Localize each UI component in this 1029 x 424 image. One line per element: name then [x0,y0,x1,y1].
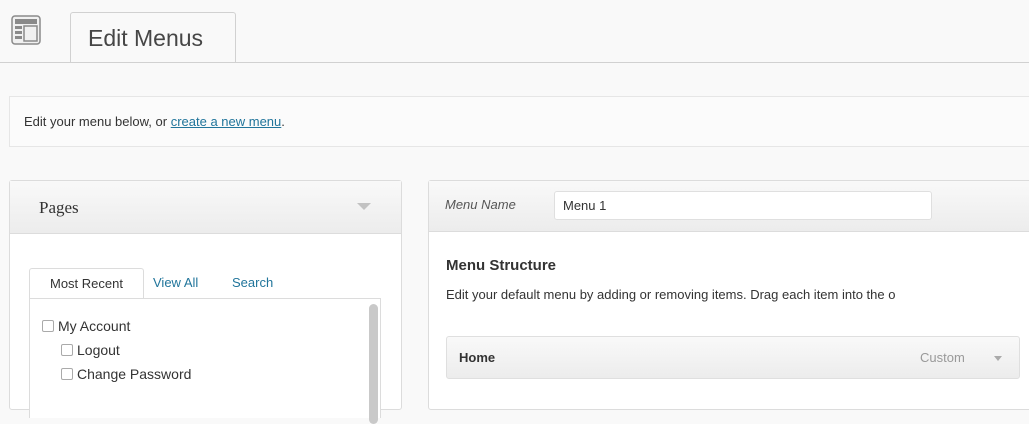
pages-metabox-header[interactable]: Pages [10,181,401,234]
menu-item-type: Custom [920,350,965,365]
menu-header: Menu Name [429,181,1029,232]
tab-most-recent[interactable]: Most Recent [29,268,144,298]
menu-notice: Edit your menu below, or create a new me… [9,96,1029,147]
menu-name-label: Menu Name [445,197,516,212]
pages-tab-panel: My Account Logout Change Password [29,298,381,424]
menu-item-expand-icon[interactable] [994,356,1002,361]
menu-name-input[interactable] [554,191,932,220]
menu-item-home[interactable]: Home Custom [446,336,1020,379]
pages-metabox: Pages Most Recent View All Search My Acc… [9,180,402,424]
page-item-label: Logout [77,342,120,358]
page-item-logout[interactable]: Logout [61,342,120,358]
menus-screen-icon [11,15,41,45]
pages-metabox-title: Pages [39,198,79,217]
page-checkbox[interactable] [61,368,73,380]
page-checkbox[interactable] [61,344,73,356]
menu-structure-description: Edit your default menu by adding or remo… [446,287,896,302]
tab-search[interactable]: Search [232,268,273,298]
create-new-menu-link[interactable]: create a new menu [171,114,282,129]
menu-management-box: Menu Name Menu Structure Edit your defau… [428,180,1029,410]
page-item-change-password[interactable]: Change Password [61,366,191,382]
pages-scrollbar[interactable] [369,304,378,424]
notice-text: Edit your menu below, or [24,114,171,129]
notice-suffix: . [281,114,285,129]
page-item-label: Change Password [77,366,192,382]
menu-structure-title: Menu Structure [446,257,557,274]
tab-view-all[interactable]: View All [153,268,198,298]
collapse-toggle-icon[interactable] [357,203,371,210]
page-title-tab: Edit Menus [70,12,236,63]
page-title: Edit Menus [88,25,204,51]
page-item-label: My Account [58,318,131,334]
header-divider [0,62,1029,63]
page-item-my-account[interactable]: My Account [42,318,130,334]
menu-item-title: Home [459,350,496,365]
page-checkbox[interactable] [42,320,54,332]
